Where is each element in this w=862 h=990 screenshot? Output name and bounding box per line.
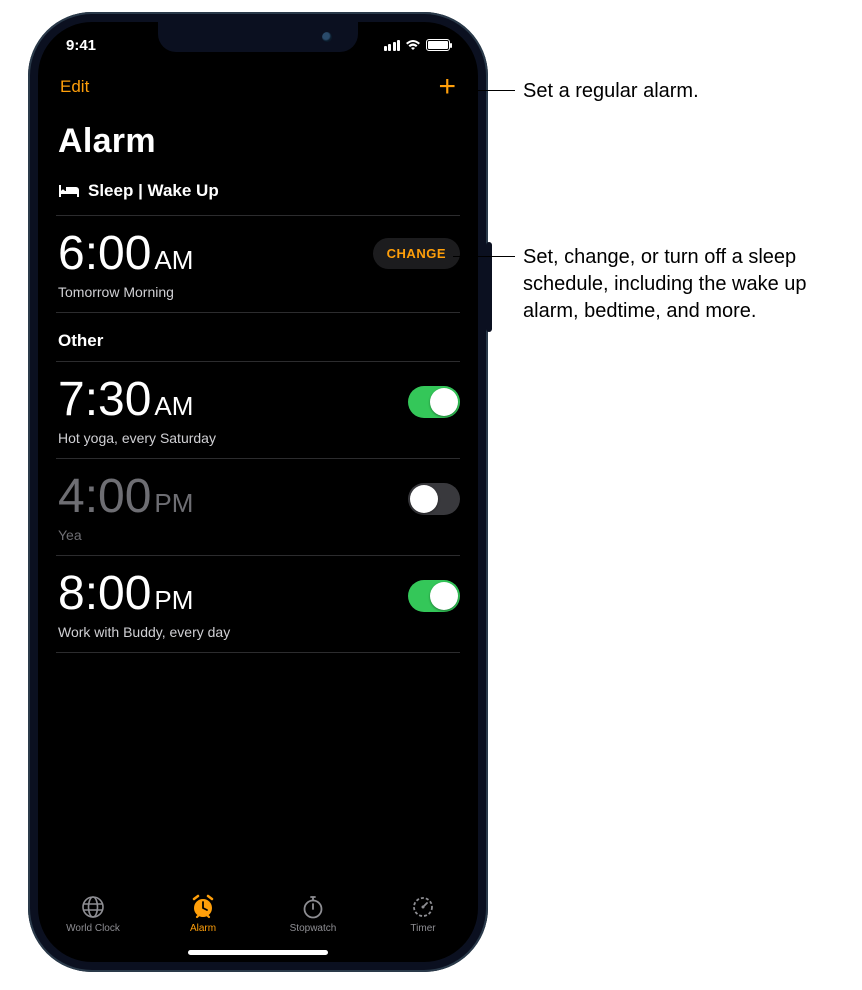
- sleep-alarm-row[interactable]: 6:00AM Tomorrow Morning CHANGE: [56, 216, 460, 313]
- sleep-alarm-sub: Tomorrow Morning: [58, 284, 458, 300]
- alarm-toggle[interactable]: [408, 580, 460, 612]
- alarm-sub: Yea: [58, 527, 458, 543]
- camera-dot: [322, 32, 332, 42]
- change-button[interactable]: CHANGE: [373, 238, 460, 269]
- status-time: 9:41: [66, 37, 96, 54]
- content: Alarm Sleep | Wake Up 6:00AM Tomorrow Mo…: [38, 118, 478, 882]
- sleep-section-header: Sleep | Wake Up: [56, 177, 460, 209]
- tab-alarm[interactable]: Alarm: [148, 882, 258, 946]
- wifi-icon: [405, 39, 421, 51]
- alarm-time: 7:30AM: [58, 376, 458, 424]
- phone-frame: 9:41 Edit + Alarm Sleep | Wake Up 6:00AM: [28, 12, 488, 972]
- tab-label: Stopwatch: [290, 923, 337, 934]
- callout-add: Set a regular alarm.: [523, 78, 699, 105]
- page-title: Alarm: [56, 118, 460, 177]
- callout-text: Set a regular alarm.: [523, 80, 699, 102]
- alarm-time: 8:00PM: [58, 570, 458, 618]
- screen: 9:41 Edit + Alarm Sleep | Wake Up 6:00AM: [38, 22, 478, 962]
- alarm-clock-icon: [190, 894, 216, 920]
- alarm-sub: Work with Buddy, every day: [58, 624, 458, 640]
- alarm-row[interactable]: 4:00PM Yea: [56, 459, 460, 556]
- tab-timer[interactable]: Timer: [368, 882, 478, 946]
- tab-label: World Clock: [66, 923, 120, 934]
- notch: [158, 22, 358, 52]
- edit-button[interactable]: Edit: [60, 77, 89, 97]
- cellular-icon: [384, 40, 401, 51]
- other-section-header: Other: [56, 313, 460, 355]
- tab-label: Timer: [410, 923, 435, 934]
- tab-stopwatch[interactable]: Stopwatch: [258, 882, 368, 946]
- home-indicator[interactable]: [188, 950, 328, 955]
- tab-label: Alarm: [190, 923, 216, 934]
- alarm-toggle[interactable]: [408, 386, 460, 418]
- alarm-time: 4:00PM: [58, 473, 458, 521]
- add-alarm-button[interactable]: +: [438, 72, 456, 102]
- status-indicators: [384, 39, 451, 51]
- sleep-header-label: Sleep | Wake Up: [88, 181, 219, 201]
- nav-bar: Edit +: [38, 68, 478, 106]
- tab-world-clock[interactable]: World Clock: [38, 882, 148, 946]
- alarm-sub: Hot yoga, every Saturday: [58, 430, 458, 446]
- alarm-row[interactable]: 7:30AM Hot yoga, every Saturday: [56, 362, 460, 459]
- globe-icon: [81, 894, 105, 920]
- alarm-row[interactable]: 8:00PM Work with Buddy, every day: [56, 556, 460, 653]
- callout-change: Set, change, or turn off a sleep schedul…: [523, 244, 853, 325]
- stopwatch-icon: [301, 894, 325, 920]
- callout-text: Set, change, or turn off a sleep schedul…: [523, 246, 807, 322]
- timer-icon: [411, 894, 435, 920]
- alarm-toggle[interactable]: [408, 483, 460, 515]
- battery-icon: [426, 39, 450, 51]
- bed-icon: [58, 183, 80, 199]
